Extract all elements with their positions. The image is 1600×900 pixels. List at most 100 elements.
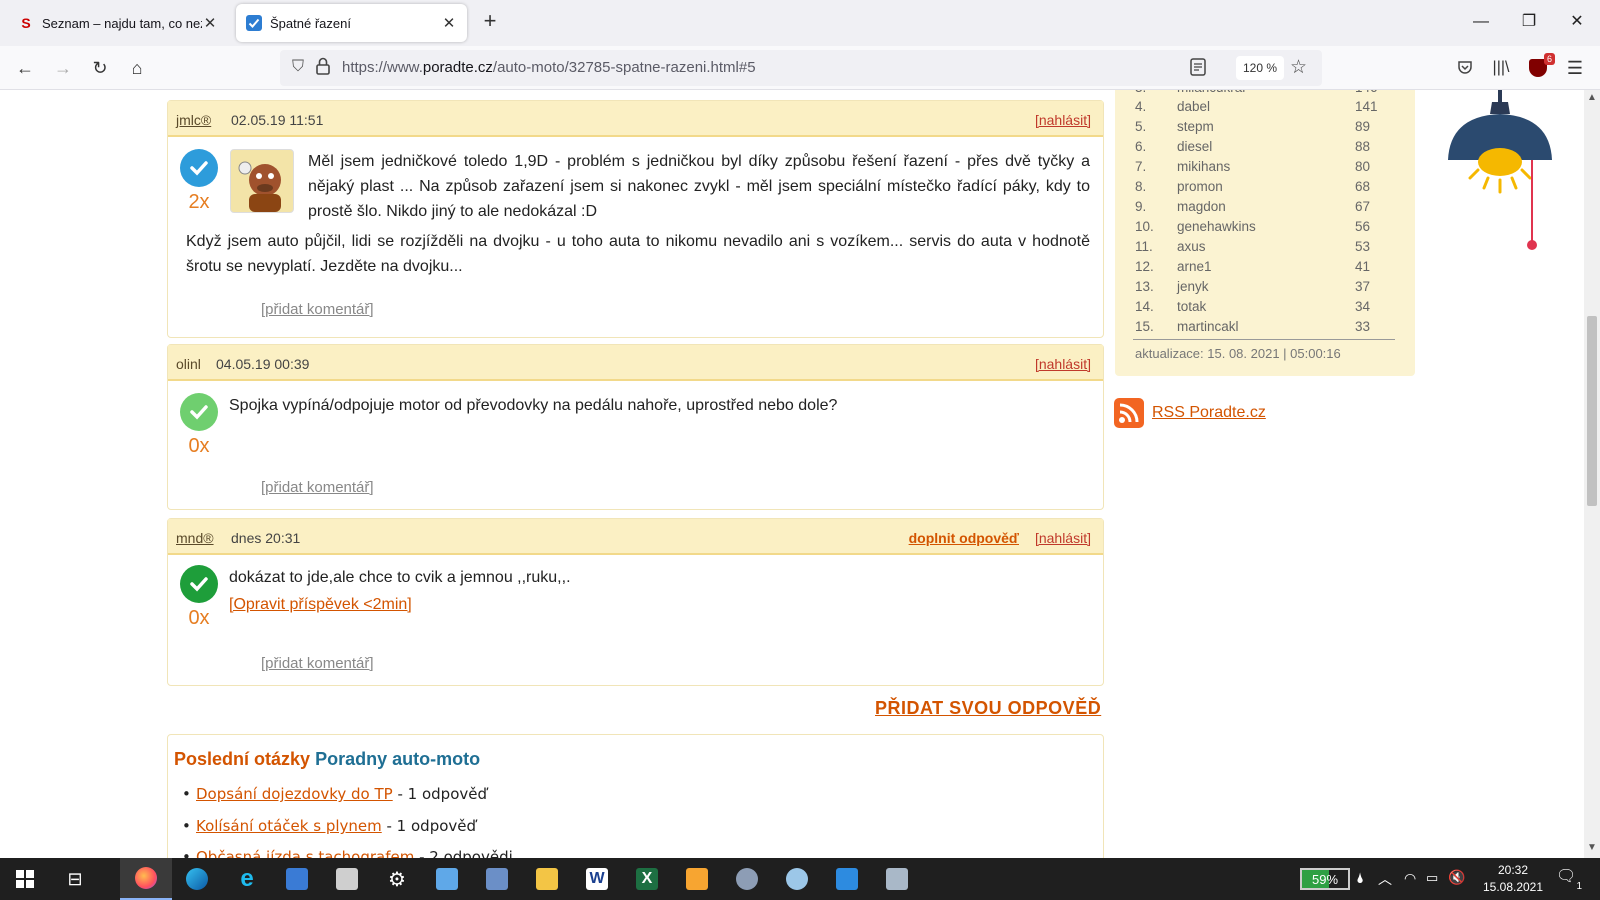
rank-score: 146 [1355, 90, 1378, 95]
list-item: • Kolísání otáček s plynem - 1 odpověď [182, 817, 477, 835]
restore-icon[interactable]: ❐ [1514, 8, 1544, 36]
word-icon[interactable]: W [572, 858, 622, 900]
forward-icon[interactable]: → [48, 53, 78, 83]
paint-icon[interactable] [772, 858, 822, 900]
task-view-icon[interactable]: ⊟ [50, 858, 100, 900]
scroll-up-icon[interactable]: ▲ [1587, 92, 1597, 103]
thumbs-check-icon[interactable] [180, 149, 218, 187]
chevron-up-icon[interactable]: ︿ [1378, 869, 1392, 889]
rank-number: 3. [1135, 90, 1146, 95]
rank-user[interactable]: magdon [1177, 199, 1226, 214]
home-icon[interactable]: ⌂ [122, 53, 152, 83]
volume-muted-icon[interactable]: 🔇 [1448, 869, 1465, 886]
notifications-icon[interactable]: 🗨 1 [1556, 866, 1582, 892]
tray-app-icon[interactable]: 🌢 [1356, 870, 1364, 887]
media-player-icon[interactable] [672, 858, 722, 900]
internet-explorer-icon[interactable]: e [222, 858, 272, 900]
wifi-icon[interactable]: ◠ [1404, 870, 1416, 887]
reload-icon[interactable]: ↻ [85, 53, 115, 83]
report-link[interactable]: [nahlásit] [1035, 356, 1091, 372]
settings-gear-icon[interactable]: ⚙ [372, 858, 422, 900]
back-icon[interactable]: ← [10, 53, 40, 83]
report-link[interactable]: [nahlásit] [1035, 112, 1091, 128]
menu-icon[interactable]: ☰ [1560, 53, 1590, 83]
recent-title-category-link[interactable]: Poradny auto-moto [315, 749, 480, 769]
app-icon[interactable] [722, 858, 772, 900]
rank-number: 5. [1135, 119, 1147, 134]
table-row: 3. milancukrar 146 [1135, 90, 1397, 98]
question-link[interactable]: Dopsání dojezdovky do TP [196, 785, 393, 803]
system-clock[interactable]: 20:32 15.08.2021 [1478, 862, 1548, 896]
navigation-bar: ← → ↻ ⌂ ⛉ https://www.poradte.cz/auto-mo… [0, 46, 1600, 90]
add-comment-link[interactable]: [přidat komentář] [261, 301, 374, 318]
file-explorer-icon[interactable] [522, 858, 572, 900]
rank-user[interactable]: martincakl [1177, 319, 1239, 334]
author-link[interactable]: jmlc® [176, 112, 211, 128]
excel-icon[interactable]: X [622, 858, 672, 900]
rank-user[interactable]: milancukrar [1177, 90, 1247, 95]
rss-label[interactable]: RSS Poradte.cz [1152, 404, 1266, 422]
ublock-extension-icon[interactable]: 6 [1523, 53, 1555, 83]
calculator-icon[interactable] [872, 858, 922, 900]
lock-icon[interactable] [316, 57, 330, 80]
report-link[interactable]: [nahlásit] [1035, 530, 1091, 546]
close-icon[interactable]: ✕ [441, 14, 457, 32]
vote-count: 0x [188, 435, 210, 457]
library-icon[interactable]: |||\ [1486, 53, 1516, 83]
tab-seznam[interactable]: S Seznam – najdu tam, co neznám ✕ [8, 4, 228, 42]
thumbs-check-icon[interactable] [180, 393, 218, 431]
rank-user[interactable]: jenyk [1177, 279, 1209, 294]
network-app-icon[interactable] [472, 858, 522, 900]
rank-user[interactable]: dabel [1177, 99, 1210, 114]
add-answer-link[interactable]: doplnit odpověď [909, 530, 1019, 546]
rank-user[interactable]: promon [1177, 179, 1223, 194]
control-panel-icon[interactable] [422, 858, 472, 900]
page-scrollbar[interactable]: ▲ ▼ [1584, 90, 1600, 858]
tab-spatne-razeni[interactable]: Špatné řazení ✕ [236, 4, 467, 42]
rank-number: 14. [1135, 299, 1154, 314]
question-link[interactable]: Občasná jízda s tachografem [196, 848, 414, 858]
add-own-answer-link[interactable]: PŘIDAT SVOU ODPOVĚĎ [875, 698, 1101, 719]
battery-icon[interactable]: ▭ [1426, 870, 1438, 886]
battery-indicator[interactable]: 59% [1300, 868, 1350, 890]
new-tab-button[interactable]: + [478, 10, 502, 34]
url-bar[interactable]: ⛉ https://www.poradte.cz/auto-moto/32785… [280, 50, 1322, 86]
rank-user[interactable]: totak [1177, 299, 1206, 314]
scrollbar-thumb[interactable] [1587, 316, 1597, 506]
thumbs-check-icon[interactable] [180, 565, 218, 603]
reader-view-icon[interactable] [1190, 58, 1206, 81]
firefox-icon[interactable] [120, 858, 172, 900]
bookmark-star-icon[interactable]: ☆ [1290, 56, 1307, 79]
url-text[interactable]: https://www.poradte.cz/auto-moto/32785-s… [342, 59, 756, 76]
edge-icon[interactable] [172, 858, 222, 900]
recent-questions-box: Poslední otázky Poradny auto-moto • Dopsá… [167, 734, 1104, 858]
rank-user[interactable]: stepm [1177, 119, 1214, 134]
rank-user[interactable]: diesel [1177, 139, 1212, 154]
author-link[interactable]: mnd® [176, 530, 214, 546]
close-icon[interactable]: ✕ [202, 14, 218, 32]
rss-link[interactable]: RSS Poradte.cz [1114, 398, 1266, 428]
zoom-level[interactable]: 120 % [1236, 56, 1284, 80]
rank-number: 6. [1135, 139, 1147, 154]
close-window-icon[interactable]: ✕ [1562, 8, 1592, 36]
rank-user[interactable]: genehawkins [1177, 219, 1256, 234]
question-link[interactable]: Kolísání otáček s plynem [196, 817, 382, 835]
store-icon[interactable] [322, 858, 372, 900]
add-comment-link[interactable]: [přidat komentář] [261, 655, 374, 672]
rank-user[interactable]: arne1 [1177, 259, 1212, 274]
vote-count: 0x [188, 607, 210, 629]
scroll-down-icon[interactable]: ▼ [1587, 842, 1597, 853]
battery-percent: 59% [1311, 871, 1339, 887]
shield-icon[interactable]: ⛉ [292, 58, 304, 76]
edit-post-link[interactable]: [Opravit příspěvek <2min] [229, 596, 412, 614]
rank-user[interactable]: mikihans [1177, 159, 1230, 174]
windows-start-icon[interactable] [0, 858, 50, 900]
mail-icon[interactable] [822, 858, 872, 900]
minimize-icon[interactable]: — [1466, 8, 1496, 36]
add-comment-link[interactable]: [přidat komentář] [261, 479, 374, 496]
windows-taskbar: ⊟ e ⚙ W X 59% 🌢 ︿ ◠ ▭ 🔇 20:32 15.08.2021… [0, 858, 1600, 900]
pocket-icon[interactable] [1450, 53, 1480, 83]
vote-box: 2x [180, 149, 218, 214]
app-icon[interactable] [272, 858, 322, 900]
rank-user[interactable]: axus [1177, 239, 1206, 254]
